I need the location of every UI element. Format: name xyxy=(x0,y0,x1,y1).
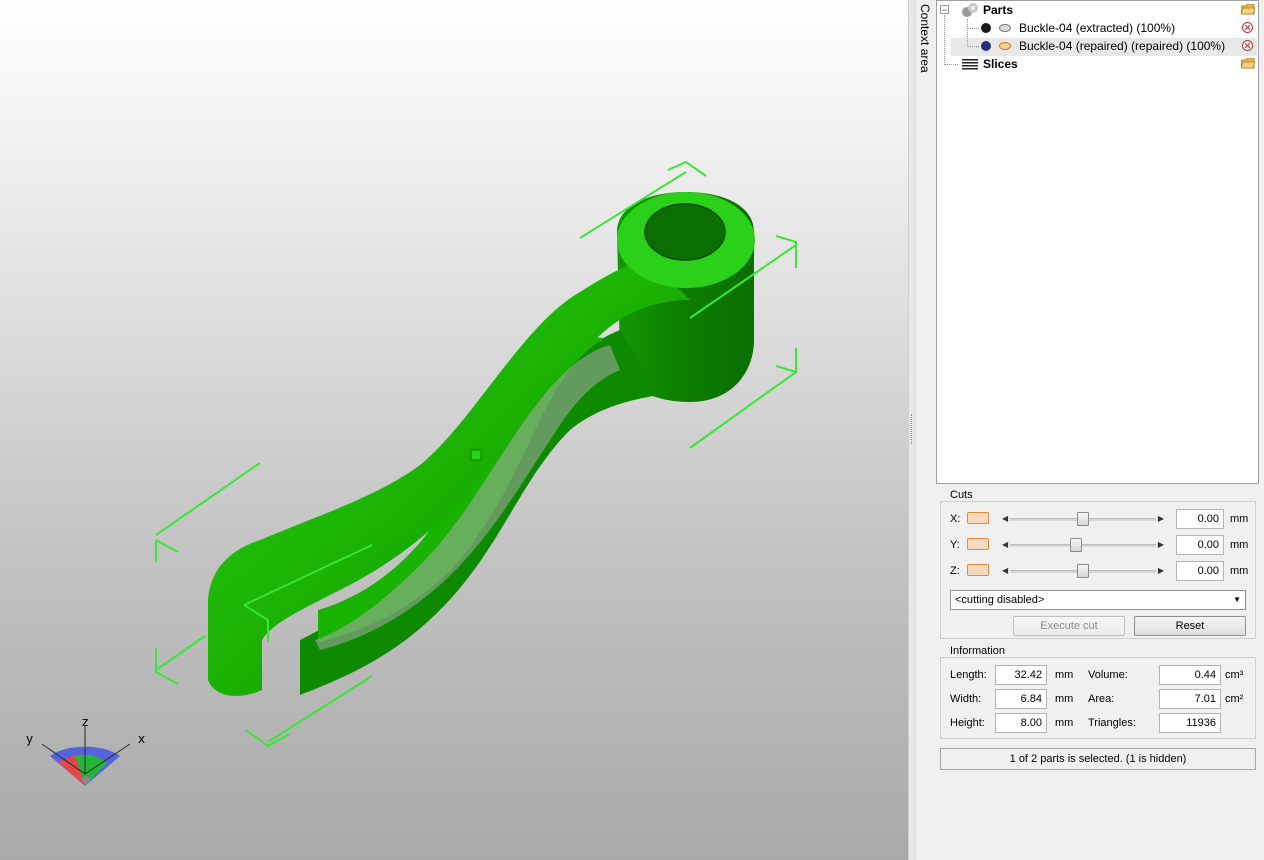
remove-part-icon[interactable] xyxy=(1242,40,1253,51)
triangles-label: Triangles: xyxy=(1088,717,1136,729)
height-value: 8.00 xyxy=(995,713,1047,733)
part-label: Buckle-04 (repaired) (repaired) (100%) xyxy=(1019,39,1226,53)
cut-x-value[interactable]: 0.00 xyxy=(1176,509,1224,529)
cut-y-slider[interactable]: ◀ ▶ xyxy=(1000,538,1166,552)
length-label: Length: xyxy=(950,669,987,681)
area-label: Area: xyxy=(1088,693,1115,705)
part-label: Buckle-04 (extracted) (100%) xyxy=(1019,21,1176,35)
parts-tree[interactable]: − Parts Buckle-04 (extracted) (100%) Buc… xyxy=(936,0,1259,484)
pivot-marker[interactable] xyxy=(470,449,482,461)
tree-branch-line xyxy=(967,46,979,47)
tree-branch-line xyxy=(967,28,979,29)
area-value: 7.01 xyxy=(1159,689,1221,709)
width-label: Width: xyxy=(950,693,982,705)
cutting-mode-value: <cutting disabled> xyxy=(955,594,1045,606)
selection-status: 1 of 2 parts is selected. (1 is hidden) xyxy=(940,748,1256,770)
volume-value: 0.44 xyxy=(1159,665,1221,685)
panel-splitter[interactable] xyxy=(908,0,916,860)
cut-y-label: Y: xyxy=(950,539,960,551)
triangles-value: 11936 xyxy=(1159,713,1221,733)
cut-x-slider-thumb[interactable] xyxy=(1077,512,1089,526)
area-unit: cm² xyxy=(1225,693,1244,705)
slices-node-label: Slices xyxy=(983,57,1018,71)
cut-x-unit: mm xyxy=(1230,513,1249,525)
axis-z-label: z xyxy=(82,715,88,729)
slices-stack-icon xyxy=(962,59,978,70)
cut-x-color-button[interactable] xyxy=(967,512,989,524)
execute-cut-button[interactable]: Execute cut xyxy=(1013,616,1125,636)
length-unit: mm xyxy=(1055,669,1074,681)
context-area-tab[interactable]: Context area xyxy=(916,0,936,860)
axis-orientation-gizmo: z y x xyxy=(26,715,145,786)
3d-viewport[interactable]: z y x xyxy=(0,0,908,860)
reset-button[interactable]: Reset xyxy=(1134,616,1246,636)
parts-collapse-toggle[interactable]: − xyxy=(940,5,949,15)
ring-hole xyxy=(644,203,726,261)
tree-parts-node[interactable]: Parts xyxy=(961,1,1013,19)
width-unit: mm xyxy=(1055,693,1074,705)
parts-spheres-icon xyxy=(962,3,978,17)
axis-y-label: y xyxy=(26,732,33,746)
cut-y-color-button[interactable] xyxy=(967,538,989,550)
length-value: 32.42 xyxy=(995,665,1047,685)
tree-item-extracted[interactable]: Buckle-04 (extracted) (100%) xyxy=(981,19,1175,37)
cut-z-label: Z: xyxy=(950,565,960,577)
cut-z-value[interactable]: 0.00 xyxy=(1176,561,1224,581)
upper-arm xyxy=(208,260,690,696)
chevron-down-icon: ▼ xyxy=(1233,595,1241,604)
part-color-dot xyxy=(981,41,991,51)
part-color-dot xyxy=(981,23,991,33)
height-label: Height: xyxy=(950,717,985,729)
tree-slices-node[interactable]: Slices xyxy=(961,55,1018,73)
splitter-grip[interactable] xyxy=(911,414,914,444)
cut-x-label: X: xyxy=(950,513,961,525)
cut-x-slider[interactable]: ◀ ▶ xyxy=(1000,512,1166,526)
context-area-label: Context area xyxy=(918,4,932,73)
remove-part-icon[interactable] xyxy=(1242,22,1253,33)
volume-label: Volume: xyxy=(1088,669,1128,681)
cut-z-slider-thumb[interactable] xyxy=(1077,564,1089,578)
cuts-title: Cuts xyxy=(948,489,975,501)
cut-y-value[interactable]: 0.00 xyxy=(1176,535,1224,555)
cut-z-slider[interactable]: ◀ ▶ xyxy=(1000,564,1166,578)
cut-z-color-button[interactable] xyxy=(967,564,989,576)
cut-z-unit: mm xyxy=(1230,565,1249,577)
cutting-mode-select[interactable]: <cutting disabled> ▼ xyxy=(950,590,1246,610)
open-folder-icon[interactable] xyxy=(1241,4,1255,15)
tree-branch-line xyxy=(944,64,958,65)
hidden-eye-icon[interactable] xyxy=(999,24,1011,32)
information-title: Information xyxy=(948,645,1008,657)
tree-branch-line xyxy=(944,15,945,65)
volume-unit: cm³ xyxy=(1225,669,1244,681)
cut-y-slider-thumb[interactable] xyxy=(1070,538,1082,552)
right-panel: − Parts Buckle-04 (extracted) (100%) Buc… xyxy=(936,0,1264,860)
tree-branch-line xyxy=(967,19,968,47)
tree-item-repaired[interactable]: Buckle-04 (repaired) (repaired) (100%) xyxy=(981,37,1225,55)
visible-eye-icon[interactable] xyxy=(999,42,1011,50)
open-folder-icon[interactable] xyxy=(1241,58,1255,69)
height-unit: mm xyxy=(1055,717,1074,729)
cut-y-unit: mm xyxy=(1230,539,1249,551)
width-value: 6.84 xyxy=(995,689,1047,709)
axis-x-label: x xyxy=(138,732,145,746)
parts-node-label: Parts xyxy=(983,3,1014,17)
